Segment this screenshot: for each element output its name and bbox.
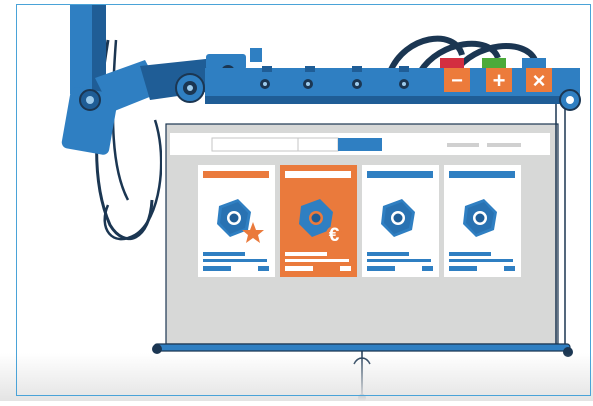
close-icon: × [533, 68, 546, 93]
product-card-4 [444, 165, 521, 277]
close-button-tag [522, 58, 546, 68]
top-rail [205, 66, 581, 111]
minus-icon: − [451, 70, 463, 92]
search-field [211, 137, 299, 152]
ecommerce-robot-illustration: € − + × [61, 4, 581, 402]
euro-icon: € [329, 225, 340, 246]
illustration-stage: € − + × [0, 0, 593, 402]
plus-icon: + [493, 68, 506, 93]
product-card-1 [198, 165, 275, 277]
plus-button-tag [482, 58, 506, 68]
search-button [338, 138, 382, 151]
floor-shadow [0, 353, 593, 401]
product-card-2: € [280, 165, 357, 277]
product-card-3 [362, 165, 439, 277]
minus-button-tag [440, 58, 464, 68]
control-buttons: − + × [440, 58, 552, 93]
